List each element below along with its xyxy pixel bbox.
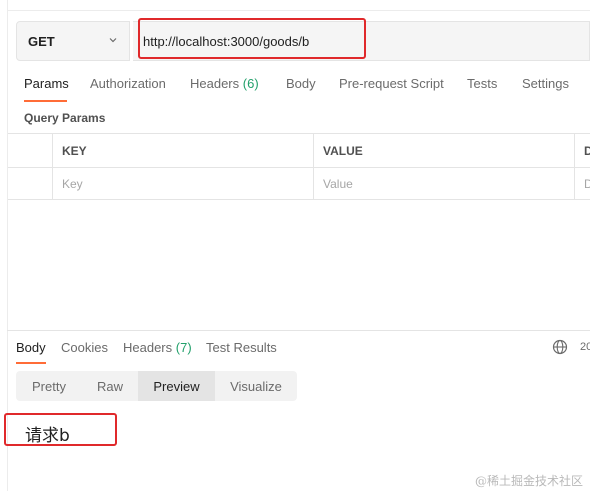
response-tab-body[interactable]: Body: [16, 340, 46, 355]
response-body-highlight-box: [4, 413, 117, 446]
response-tab-headers[interactable]: Headers (7): [123, 340, 192, 355]
view-mode-pretty[interactable]: Pretty: [16, 371, 82, 401]
tab-settings[interactable]: Settings: [522, 76, 569, 91]
table-row-divider: [8, 167, 590, 168]
table-col-divider: [52, 134, 53, 200]
column-header-description: D: [584, 144, 590, 158]
column-header-key: KEY: [62, 144, 87, 158]
table-col-divider: [313, 134, 314, 200]
globe-icon[interactable]: [552, 339, 568, 355]
tab-prerequest-script[interactable]: Pre-request Script: [339, 76, 444, 91]
active-response-tab-indicator: [16, 362, 46, 364]
response-tab-cookies[interactable]: Cookies: [61, 340, 108, 355]
tab-params[interactable]: Params: [24, 76, 69, 91]
watermark: @稀土掘金技术社区: [475, 474, 584, 488]
tab-headers[interactable]: Headers (6): [190, 76, 259, 91]
request-tabs: Params Authorization Headers (6) Body Pr…: [24, 76, 590, 102]
response-tabs: Body Cookies Headers (7) Test Results: [16, 340, 590, 366]
top-divider: [7, 10, 590, 11]
tab-tests[interactable]: Tests: [467, 76, 497, 91]
response-tab-test-results[interactable]: Test Results: [206, 340, 277, 355]
params-table: KEY VALUE D Key Value D: [8, 133, 590, 200]
tab-authorization[interactable]: Authorization: [90, 76, 166, 91]
tab-body[interactable]: Body: [286, 76, 316, 91]
view-mode-raw[interactable]: Raw: [82, 371, 138, 401]
response-tab-headers-count: (7): [175, 340, 192, 355]
url-highlight-box: [138, 18, 366, 59]
table-col-divider: [574, 134, 575, 200]
query-params-title: Query Params: [24, 111, 106, 125]
value-input[interactable]: Value: [323, 177, 353, 191]
key-input[interactable]: Key: [62, 177, 83, 191]
tab-headers-label: Headers: [190, 76, 240, 91]
active-tab-indicator: [24, 100, 67, 102]
response-tab-headers-label: Headers: [123, 340, 173, 355]
view-mode-visualize[interactable]: Visualize: [215, 371, 297, 401]
method-label: GET: [28, 33, 55, 49]
view-mode-selector: Pretty Raw Preview Visualize: [16, 371, 297, 401]
method-select[interactable]: GET: [16, 21, 130, 61]
response-divider: [7, 330, 590, 331]
description-input[interactable]: D: [584, 177, 590, 191]
status-code: 20: [580, 341, 590, 353]
view-mode-preview[interactable]: Preview: [138, 371, 215, 401]
chevron-down-icon: [109, 38, 117, 43]
column-header-value: VALUE: [323, 144, 363, 158]
tab-headers-count: (6): [242, 76, 259, 91]
